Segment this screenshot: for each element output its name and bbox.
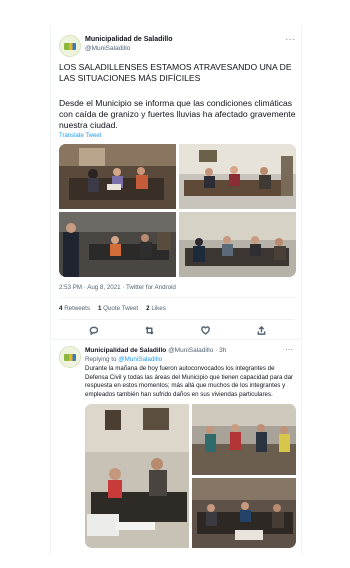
reply-author-line: Municipalidad de Saladillo @MuniSaladill… — [85, 347, 226, 354]
retweet-icon — [149, 553, 150, 554]
photo-2[interactable] — [179, 144, 296, 209]
tweet-text-body: Desde el Municipio se informa que las co… — [59, 98, 296, 130]
divider — [51, 339, 301, 340]
tweet-thread: Municipalidad de Saladillo @MuniSaladill… — [50, 26, 302, 554]
reply-media-photos — [85, 404, 296, 548]
municipality-logo — [64, 42, 76, 50]
replying-prefix: Replying to — [85, 356, 117, 363]
retweets-stat[interactable]: 4 Retweets — [59, 305, 90, 312]
quotes-stat[interactable]: 1 Quote Tweet — [98, 305, 138, 312]
divider — [59, 297, 295, 298]
tweet-stats: 4 Retweets 1 Quote Tweet 2 Likes — [59, 305, 166, 312]
likes-stat[interactable]: 2 Likes — [146, 305, 166, 312]
share-icon — [257, 325, 265, 335]
more-options-icon[interactable]: ··· — [285, 345, 293, 354]
tweet-actions — [51, 324, 301, 336]
reply-photo-1[interactable] — [85, 404, 189, 548]
reply-photo-3[interactable] — [192, 478, 296, 548]
reply-media-grid — [85, 404, 296, 548]
retweets-count: 4 — [59, 305, 63, 312]
reply-icon — [79, 554, 88, 555]
author-handle[interactable]: @MuniSaladillo — [85, 45, 130, 52]
divider — [59, 319, 295, 320]
retweet-button[interactable] — [148, 552, 157, 554]
retweet-icon — [144, 325, 154, 335]
reply-author-handle[interactable]: @MuniSaladillo — [168, 347, 213, 354]
tweet-timestamp[interactable]: 2:53 PM · Aug 8, 2021 · Twitter for Andr… — [59, 284, 176, 291]
like-button[interactable] — [210, 552, 219, 554]
like-button[interactable] — [198, 324, 212, 336]
reply-photo-2[interactable] — [192, 404, 296, 475]
author-name[interactable]: Municipalidad de Saladillo — [85, 36, 173, 43]
more-options-icon[interactable]: ··· — [286, 35, 296, 44]
reply-text: Durante la mañana de hoy fueron autoconv… — [85, 365, 294, 398]
likes-label: Likes — [151, 305, 166, 312]
share-button[interactable] — [254, 324, 268, 336]
photo-4[interactable] — [179, 212, 296, 277]
reply-author-name[interactable]: Municipalidad de Saladillo — [85, 347, 166, 354]
reply-button[interactable] — [86, 324, 100, 336]
retweets-label: Retweets — [64, 305, 90, 312]
retweet-button[interactable] — [142, 324, 156, 336]
photo-3[interactable] — [59, 212, 176, 277]
municipality-logo — [64, 353, 76, 361]
replying-to: Replying to @MuniSaladillo — [85, 356, 162, 363]
media-photos — [59, 144, 296, 277]
likes-count: 2 — [146, 305, 150, 312]
avatar[interactable] — [59, 346, 81, 368]
replying-handle-link[interactable]: @MuniSaladillo — [118, 356, 162, 363]
heart-icon — [211, 553, 218, 554]
translate-link[interactable]: Translate Tweet — [59, 133, 101, 139]
reply-icon — [89, 326, 98, 335]
reply-button[interactable]: 1 — [79, 552, 94, 554]
share-button[interactable] — [272, 552, 281, 554]
tweet-text-headline: LOS SALADILLENSES ESTAMOS ATRAVESANDO UN… — [59, 62, 292, 83]
reply-actions: 1 — [51, 552, 281, 554]
reply-time[interactable]: · 3h — [215, 347, 226, 354]
share-icon — [275, 553, 278, 554]
heart-icon — [200, 325, 210, 335]
quotes-count: 1 — [97, 305, 102, 312]
tweet-media-grid — [59, 144, 296, 277]
photo-1[interactable] — [59, 144, 176, 209]
avatar[interactable] — [59, 35, 81, 57]
quotes-label: Quote Tweet — [103, 305, 139, 312]
